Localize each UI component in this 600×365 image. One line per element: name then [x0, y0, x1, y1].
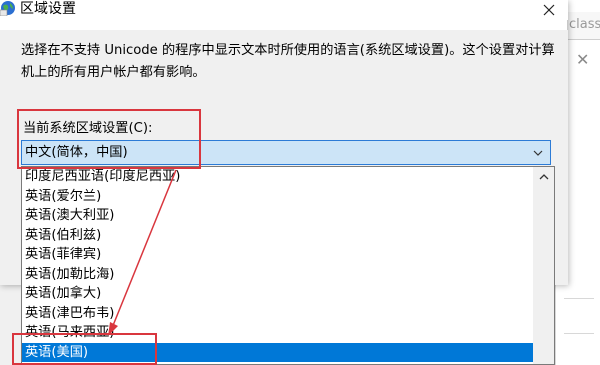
- background-divider: [564, 298, 594, 299]
- locale-option[interactable]: 印度尼西亚语(印度尼西亚): [22, 167, 534, 187]
- locale-option[interactable]: 英语(伯利兹): [22, 226, 534, 246]
- locale-option[interactable]: 英语(马来西亚): [22, 323, 534, 343]
- dropdown-scrollbar[interactable]: [533, 167, 554, 364]
- locale-option[interactable]: 英语(加勒比海): [22, 265, 534, 285]
- system-locale-value: 中文(简体，中国): [25, 145, 128, 160]
- system-locale-label: 当前系统区域设置(C):: [23, 121, 153, 136]
- background-divider: [564, 333, 594, 334]
- chevron-up-icon: [539, 174, 548, 180]
- chevron-down-icon: [533, 150, 543, 156]
- locale-option-selected[interactable]: 英语(美国): [22, 342, 534, 362]
- close-icon: [543, 4, 555, 16]
- locale-option[interactable]: 英语(加拿大): [22, 284, 534, 304]
- dialog-description: 选择在不支持 Unicode 的程序中显示文本时所使用的语言(系统区域设置)。这…: [21, 43, 555, 80]
- locale-dropdown-list[interactable]: 印度尼西亚语(印度尼西亚) 英语(爱尔兰) 英语(澳大利亚) 英语(伯利兹) 英语(菲律…: [21, 166, 555, 365]
- close-button[interactable]: [530, 0, 568, 20]
- locale-option[interactable]: 英语(菲律宾): [22, 245, 534, 265]
- background-close-icon[interactable]: ✕: [576, 50, 589, 69]
- scroll-up-button[interactable]: [533, 167, 554, 187]
- dialog-title: 区域设置: [20, 1, 76, 17]
- locale-option[interactable]: 英语(津巴布韦): [22, 304, 534, 324]
- system-locale-select[interactable]: 中文(简体，中国): [21, 140, 551, 165]
- region-globe-icon: [0, 1, 15, 16]
- locale-option[interactable]: 英语(澳大利亚): [22, 206, 534, 226]
- locale-option[interactable]: 英语(爱尔兰): [22, 187, 534, 207]
- dialog-titlebar[interactable]: 区域设置: [0, 0, 568, 20]
